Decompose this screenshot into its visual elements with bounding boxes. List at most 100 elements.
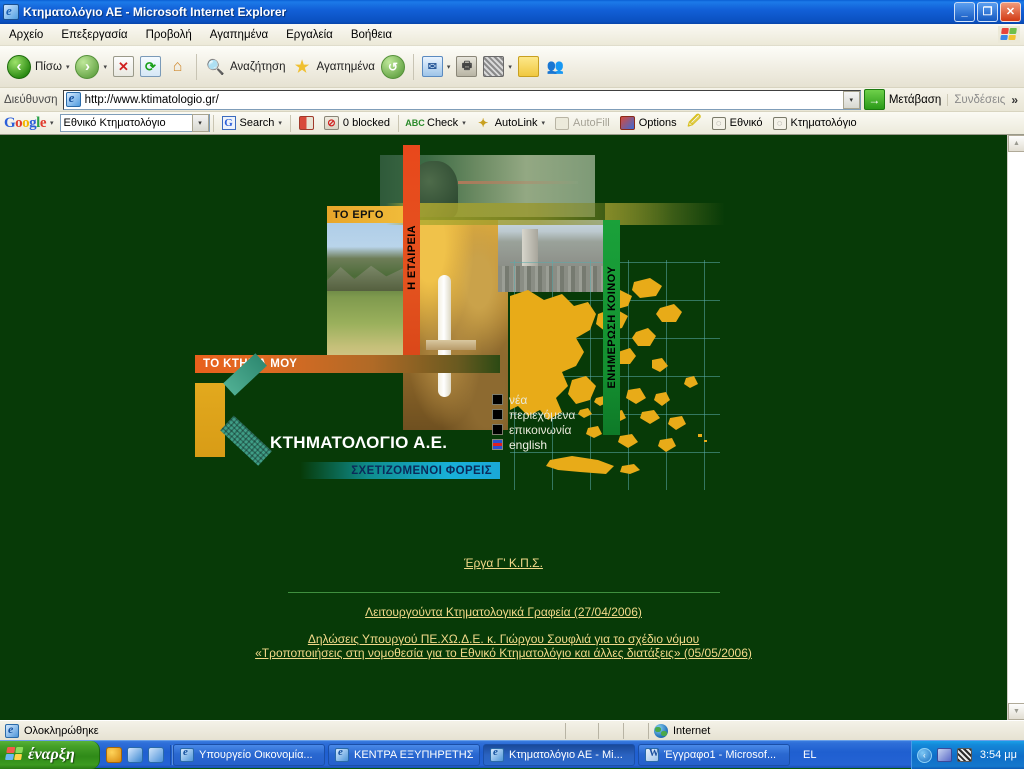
google-menu-caret-icon[interactable]: ▾ [50,119,54,127]
favorites-button[interactable]: ★ Αγαπημένα [289,50,378,84]
taskbar-button-active[interactable]: Κτηματολόγιο ΑΕ - Mi... [483,743,635,766]
autolink-caret-icon[interactable]: ▾ [542,119,546,127]
back-dropdown-icon[interactable]: ▾ [66,63,70,71]
logo-k-lower-bar [220,415,272,466]
google-search-label: Search [239,117,275,129]
google-bookmarks-button[interactable] [294,114,319,133]
word-icon [645,747,659,762]
nav-tab-ergo[interactable]: ΤΟ ΕΡΓΟ [327,206,403,223]
nav-item-epikoinonia[interactable]: επικοινωνία [492,422,612,437]
network-icon[interactable] [936,748,952,762]
page-viewport: ΤΟ ΕΡΓΟ Η ΕΤΑΙΡΕΙΑ ΕΝΗΜΕΡΩΣΗ ΚΟΙΝΟΥ ΤΟ Κ… [0,135,1024,720]
search-button[interactable]: 🔍 Αναζήτηση [202,50,289,84]
address-dropdown-icon[interactable]: ▾ [842,90,860,109]
forward-dropdown-icon[interactable]: ▾ [103,63,107,71]
link-erga-kps[interactable]: Έργα Γ' Κ.Π.Σ. [464,556,543,570]
google-search-dropdown-icon[interactable]: ▾ [191,114,209,132]
google-logo: Google [4,114,47,131]
edit-dropdown-icon[interactable]: ▾ [508,63,512,71]
page-content: ΤΟ ΕΡΓΟ Η ΕΤΑΙΡΕΙΑ ΕΝΗΜΕΡΩΣΗ ΚΟΙΝΟΥ ΤΟ Κ… [0,135,1007,720]
toolbar-overflow-chevron-icon[interactable]: » [1011,93,1024,107]
print-button[interactable]: 🖶 [453,50,480,84]
find-word-2-button[interactable]: ◌ Κτηματολόγιο [768,114,862,133]
nav-item-periexomena-label: περιεχόμενα [509,407,576,422]
popup-blocker-button[interactable]: ⊘ 0 blocked [319,114,395,133]
check-caret-icon[interactable]: ▾ [462,119,466,127]
volume-icon[interactable] [956,748,972,762]
autofill-button[interactable]: AutoFill [550,114,615,133]
menu-item-edit[interactable]: Επεξεργασία [52,27,136,43]
stop-button[interactable]: ✕ [110,50,137,84]
menu-item-favorites[interactable]: Αγαπημένα [201,27,277,43]
ie-app-icon [3,3,19,20]
survey-pole-graphic [438,275,451,397]
note-icon [517,56,539,77]
taskbar-button[interactable]: Υπουργείο Οικονομία... [173,743,325,766]
mail-dropdown-icon[interactable]: ▾ [447,63,451,71]
back-button[interactable]: ‹ Πίσω ▾ [4,50,72,84]
ie-icon [180,746,194,762]
google-search-caret-icon[interactable]: ▾ [278,119,282,127]
link-row-statement: Δηλώσεις Υπουργού ΠΕ.ΧΩ.Δ.Ε. κ. Γιώργου … [0,632,1007,660]
taskbar-clock[interactable]: 3:54 μμ [980,749,1017,761]
spell-check-button[interactable]: ABC Check ▾ [402,114,471,133]
language-indicator[interactable]: EL [793,749,826,761]
maximize-button[interactable]: ❐ [977,2,998,22]
google-search-button[interactable]: G Search ▾ [217,114,287,133]
mail-button[interactable]: ✉ ▾ [419,50,454,84]
nav-item-periexomena[interactable]: περιεχόμενα [492,407,612,422]
internet-explorer-icon[interactable] [127,746,143,763]
menu-item-help[interactable]: Βοήθεια [342,27,401,43]
browser-shortcut-icon[interactable] [148,746,164,763]
secondary-nav-list: νέα περιεχόμενα επικοινωνία english [492,392,612,452]
address-input[interactable]: http://www.ktimatologio.gr/ ▾ [62,89,861,110]
messenger-button[interactable]: 👥 [542,50,569,84]
nav-tab-etairia[interactable]: Η ΕΤΑΙΡΕΙΑ [403,145,420,370]
start-button[interactable]: έναρξη [0,740,100,769]
logo-gold-rectangle [195,383,225,457]
vertical-scrollbar[interactable]: ▲ ▼ [1007,135,1024,720]
autolink-button[interactable]: ✦ AutoLink ▾ [471,114,550,133]
olive-gradient-strip-right [605,203,725,225]
forward-button[interactable]: › ▾ [72,50,110,84]
favorites-label: Αγαπημένα [316,60,375,73]
status-ie-icon [5,722,19,738]
highlight-button[interactable]: 🖉 [682,113,707,133]
link-minister-statement-line1[interactable]: Δηλώσεις Υπουργού ΠΕ.ΧΩ.Δ.Ε. κ. Γιώργου … [0,632,1007,646]
scroll-down-button[interactable]: ▼ [1008,703,1024,720]
menu-item-view[interactable]: Προβολή [137,27,201,43]
google-options-button[interactable]: Options [615,114,682,133]
nav-item-english[interactable]: english [492,437,612,452]
scroll-up-button[interactable]: ▲ [1008,135,1024,152]
find-word-1-button[interactable]: ◌ Εθνικό [707,114,768,133]
edit-button[interactable]: ▾ [480,50,515,84]
links-button[interactable]: Συνδέσεις [947,93,1011,106]
nav-tab-koinou-label: ΕΝΗΜΕΡΩΣΗ ΚΟΙΝΟΥ [605,266,618,389]
minimize-button[interactable]: _ [954,2,975,22]
photo-vineyard [327,220,403,368]
google-search-input[interactable]: Εθνικό Κτηματολόγιο ▾ [59,114,210,132]
history-button[interactable]: ↺ [378,50,408,84]
link-minister-statement-line2[interactable]: «Τροποποιήσεις στη νομοθεσία για το Εθνι… [0,646,1007,660]
autolink-wand-icon: ✦ [478,116,489,130]
refresh-button[interactable]: ⟳ [137,50,164,84]
taskbar-button[interactable]: ΚΕΝΤΡΑ ΕΞΥΠΗΡΕΤΗΣ... [328,743,480,766]
nav-item-nea[interactable]: νέα [492,392,612,407]
home-button[interactable]: ⌂ [164,50,191,84]
options-icon [619,116,635,130]
history-icon: ↺ [380,54,405,79]
link-operating-offices[interactable]: Λειτουργούντα Κτηματολογικά Γραφεία (27/… [365,605,642,619]
taskbar-button-label: Κτηματολόγιο ΑΕ - Mi... [509,748,623,761]
nav-tab-sxetizomenoi-foreis[interactable]: ΣΧΕΤΙΖΟΜΕΝΟΙ ΦΟΡΕΙΣ [300,462,500,479]
menu-item-file[interactable]: Αρχείο [0,27,52,43]
tray-expand-chevron-icon[interactable]: ‹ [916,747,932,763]
close-button[interactable]: ✕ [1000,2,1021,22]
status-bar: Ολοκληρώθηκε Internet [0,720,1024,740]
menu-item-tools[interactable]: Εργαλεία [277,27,342,43]
printer-icon: 🖶 [456,56,478,77]
taskbar-button[interactable]: Έγγραφο1 - Microsof... [638,743,790,766]
notes-button[interactable] [515,50,542,84]
media-player-icon[interactable] [106,746,122,763]
go-button[interactable]: → Μετάβαση [861,89,948,110]
go-label: Μετάβαση [888,93,942,106]
